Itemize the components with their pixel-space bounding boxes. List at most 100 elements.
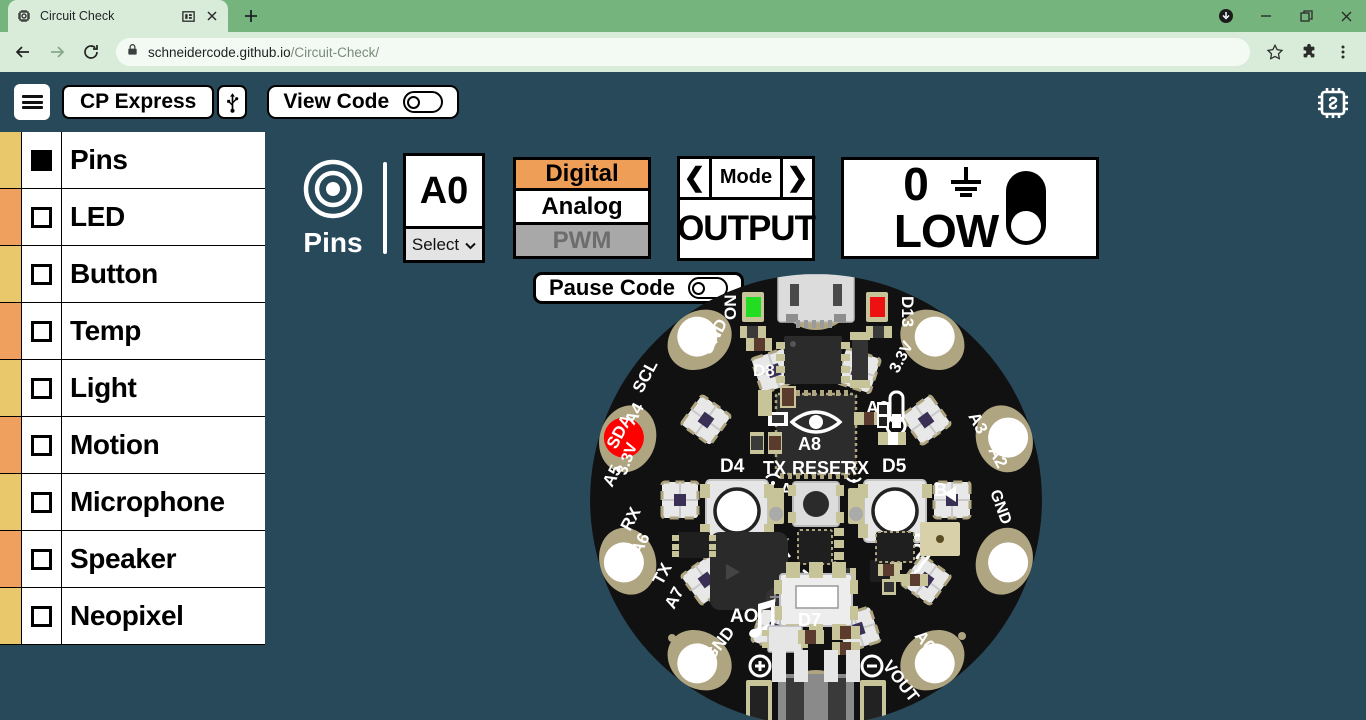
checkbox-cell[interactable] (22, 360, 62, 416)
chip-settings-icon[interactable] (1314, 84, 1352, 122)
checkbox-cell[interactable] (22, 531, 62, 587)
checkbox-cell[interactable] (22, 189, 62, 245)
checkbox-cell[interactable] (22, 303, 62, 359)
checkbox-cell[interactable] (22, 132, 62, 188)
checkbox[interactable] (31, 548, 52, 570)
svg-text:D7: D7 (798, 610, 821, 630)
lock-icon (126, 43, 139, 61)
strip (0, 303, 22, 359)
chevron-right-icon[interactable]: ❯ (780, 158, 812, 197)
window-controls (1206, 0, 1366, 32)
checkbox[interactable] (31, 320, 52, 342)
svg-text:D5: D5 (882, 456, 907, 477)
checkbox[interactable] (31, 434, 52, 456)
checkbox-cell[interactable] (22, 246, 62, 302)
mode-pwm-button: PWM (513, 225, 651, 259)
reload-icon[interactable] (76, 37, 106, 67)
svg-text:D8: D8 (753, 361, 775, 380)
download-icon[interactable] (1206, 0, 1246, 32)
puzzle-icon[interactable] (1294, 37, 1324, 67)
cast-icon[interactable] (181, 9, 196, 24)
checkbox[interactable] (31, 491, 52, 513)
hamburger-menu-icon[interactable] (14, 84, 50, 120)
browser-toolbar: schneidercode.github.io/Circuit-Check/ (0, 32, 1366, 72)
minimize-button[interactable] (1246, 0, 1286, 32)
section-label: Pins (303, 226, 363, 258)
sidebar-item-label: Motion (70, 429, 160, 460)
strip (0, 246, 22, 302)
checkbox-cell[interactable] (22, 474, 62, 530)
sidebar-item-light[interactable]: Light (0, 360, 265, 417)
checkbox[interactable] (31, 206, 52, 228)
forward-arrow-icon (42, 37, 72, 67)
target-circles-icon (302, 158, 364, 225)
sidebar: Pins LED Button Temp Light Motion Microp… (0, 132, 265, 720)
mode-analog-button[interactable]: Analog (513, 191, 651, 225)
app-root: CP Express View Code Pins LED Button Tem… (0, 72, 1366, 720)
kebab-menu-icon[interactable] (1328, 37, 1358, 67)
content-area: Pins A0 Select Digital Analog PWM ❮ Mode… (265, 132, 1366, 720)
strip (0, 417, 22, 473)
svg-text:ON: ON (721, 295, 740, 321)
svg-text:RX: RX (844, 458, 869, 478)
checkbox[interactable] (31, 605, 52, 627)
chevron-left-icon[interactable]: ❮ (680, 158, 712, 197)
close-icon[interactable] (205, 9, 220, 24)
pin-select-label: Select (411, 234, 460, 254)
circuit-playground-board[interactable]: ON D13 GND D8 3.3V A8 SCL A4 SDA A5 A3 A… (589, 274, 1042, 720)
pin-select-dropdown[interactable]: Select (406, 226, 482, 260)
view-code-toggle[interactable]: View Code (267, 85, 460, 119)
view-code-label: View Code (283, 90, 390, 113)
strip (0, 360, 22, 416)
signal-mode-group: Digital Analog PWM (513, 157, 651, 259)
strip (0, 132, 22, 188)
sidebar-item-led[interactable]: LED (0, 189, 265, 246)
output-toggle-switch[interactable] (1006, 171, 1047, 245)
ground-symbol-icon (943, 163, 989, 208)
svg-text:B: B (934, 480, 947, 500)
new-tab-button[interactable] (237, 2, 265, 30)
mode-title: Mode (719, 166, 773, 188)
app-body: Pins LED Button Temp Light Motion Microp… (0, 132, 1366, 720)
sidebar-item-pins[interactable]: Pins (0, 132, 265, 189)
checkbox-cell[interactable] (22, 417, 62, 473)
output-value: 0 (903, 158, 929, 211)
sidebar-item-button[interactable]: Button (0, 246, 265, 303)
view-code-switch[interactable] (403, 91, 444, 113)
back-arrow-icon[interactable] (8, 37, 38, 67)
tab-title: Circuit Check (40, 9, 115, 23)
mode-digital-button[interactable]: Digital (513, 157, 651, 191)
pin-selector[interactable]: A0 Select (403, 153, 485, 263)
mode-stepper-header: ❮ Mode ❯ (680, 158, 812, 197)
svg-text:D13: D13 (898, 296, 917, 327)
board-select-button[interactable]: CP Express (62, 85, 215, 119)
checkbox[interactable] (31, 263, 52, 285)
strip (0, 189, 22, 245)
close-window-button[interactable] (1326, 0, 1366, 32)
sidebar-item-label: Speaker (70, 543, 177, 574)
mode-value: OUTPUT (677, 196, 816, 258)
sidebar-item-motion[interactable]: Motion (0, 417, 265, 474)
strip (0, 588, 22, 644)
sidebar-item-label: Button (70, 258, 158, 289)
url-text: schneidercode.github.io/Circuit-Check/ (148, 44, 380, 60)
sidebar-item-label: Pins (70, 144, 128, 175)
sidebar-item-label: Microphone (70, 486, 225, 517)
section-badge: Pins (283, 158, 383, 259)
checkbox[interactable] (31, 377, 52, 399)
sidebar-item-speaker[interactable]: Speaker (0, 531, 265, 588)
sidebar-item-neopixel[interactable]: Neopixel (0, 588, 265, 645)
maximize-button[interactable] (1286, 0, 1326, 32)
checkbox-cell[interactable] (22, 588, 62, 644)
sidebar-item-microphone[interactable]: Microphone (0, 474, 265, 531)
usb-icon[interactable] (217, 85, 248, 119)
pin-control-panel: Pins A0 Select Digital Analog PWM ❮ Mode… (265, 132, 1366, 274)
output-value-row: 0 (903, 158, 989, 211)
svg-text:RESET: RESET (792, 458, 852, 478)
browser-tab[interactable]: Circuit Check (8, 0, 228, 32)
star-icon[interactable] (1260, 37, 1290, 67)
address-bar[interactable]: schneidercode.github.io/Circuit-Check/ (116, 38, 1250, 66)
sidebar-item-temp[interactable]: Temp (0, 303, 265, 360)
sidebar-item-label: LED (70, 201, 125, 232)
checkbox[interactable] (31, 149, 52, 171)
